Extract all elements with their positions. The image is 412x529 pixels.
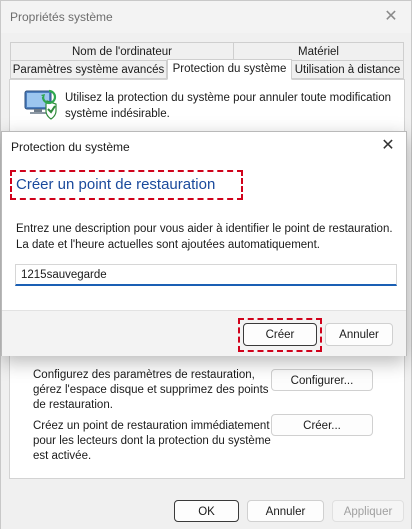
system-protection-icon [23, 87, 59, 121]
tab-remote[interactable]: Utilisation à distance [291, 60, 404, 79]
restore-point-description-input[interactable] [15, 264, 397, 286]
tab-advanced[interactable]: Paramètres système avancés [10, 60, 167, 79]
dialog-instructions: Entrez une description pour vous aider à… [16, 223, 393, 251]
close-icon[interactable]: ✕ [381, 7, 401, 27]
create-point-text: Créez un point de restauration immédiate… [33, 420, 271, 462]
configure-button[interactable]: Configurer... [271, 369, 373, 391]
heading-highlight-box: Créer un point de restauration [10, 170, 243, 200]
dialog-title: Protection du système [11, 140, 130, 154]
ok-button[interactable]: OK [174, 500, 239, 522]
system-properties-titlebar: Propriétés système ✕ [1, 1, 411, 33]
tab-system-protection[interactable]: Protection du système [167, 59, 292, 80]
restore-settings-text: Configurez des paramètres de restauratio… [33, 369, 269, 411]
apply-button[interactable]: Appliquer [332, 500, 404, 522]
dialog-heading: Créer un point de restauration [16, 176, 216, 193]
create-point-button[interactable]: Créer... [271, 414, 373, 436]
back-cancel-button[interactable]: Annuler [247, 500, 324, 522]
system-properties-title: Propriétés système [10, 10, 113, 24]
dialog-create-button[interactable]: Créer [243, 323, 317, 346]
create-restore-point-dialog: Protection du système ✕ Créer un point d… [1, 131, 407, 356]
close-icon[interactable]: ✕ [378, 136, 398, 156]
dialog-cancel-button[interactable]: Annuler [325, 323, 393, 346]
protection-intro-text: Utilisez la protection du système pour a… [65, 92, 392, 120]
dialog-titlebar: Protection du système ✕ [2, 132, 406, 160]
